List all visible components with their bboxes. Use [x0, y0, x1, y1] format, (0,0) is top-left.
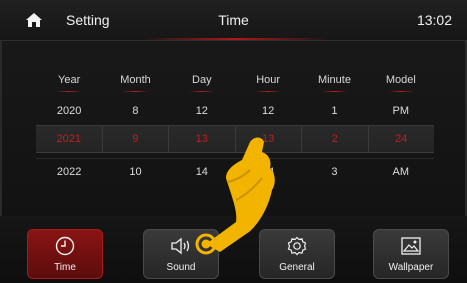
picker-column-headers: Year Month Day Hour Minute Model	[36, 70, 434, 92]
day-option[interactable]: 12	[169, 98, 235, 124]
minute-option[interactable]: 1	[301, 98, 367, 124]
clock: 13:02	[416, 12, 452, 28]
tab-wallpaper-label: Wallpaper	[388, 262, 434, 273]
minute-option[interactable]: 3	[301, 158, 368, 184]
year-selected[interactable]: 2021	[36, 126, 102, 152]
column-header-day: Day	[169, 70, 235, 92]
top-bar: Setting Time 13:02	[0, 0, 467, 41]
model-option[interactable]: PM	[368, 98, 434, 124]
month-option[interactable]: 10	[102, 158, 169, 184]
month-option[interactable]: 8	[102, 98, 168, 124]
column-header-month: Month	[102, 70, 168, 92]
header-underline	[140, 38, 330, 40]
hour-option[interactable]: 12	[235, 98, 301, 124]
model-selected[interactable]: 24	[367, 126, 435, 152]
year-option[interactable]: 2022	[36, 158, 103, 184]
column-header-minute: Minute	[301, 70, 367, 92]
tab-wallpaper[interactable]: Wallpaper	[373, 229, 449, 279]
image-icon	[401, 237, 421, 255]
month-selected[interactable]: 9	[101, 126, 169, 152]
clock-icon	[55, 236, 75, 256]
column-header-hour: Hour	[235, 70, 301, 92]
minute-selected[interactable]: 2	[301, 126, 368, 152]
model-option[interactable]: AM	[367, 158, 434, 184]
gear-icon	[287, 236, 307, 256]
home-icon[interactable]	[25, 12, 43, 28]
picker-row-previous: 2020 8 12 12 1 PM	[36, 98, 434, 124]
tab-time-label: Time	[54, 262, 76, 273]
column-header-year: Year	[36, 70, 102, 92]
pointing-hand-icon	[195, 137, 275, 255]
column-header-model: Model	[368, 70, 434, 92]
tab-time[interactable]: Time	[27, 229, 103, 279]
year-option[interactable]: 2020	[36, 98, 102, 124]
setting-label: Setting	[66, 12, 110, 28]
